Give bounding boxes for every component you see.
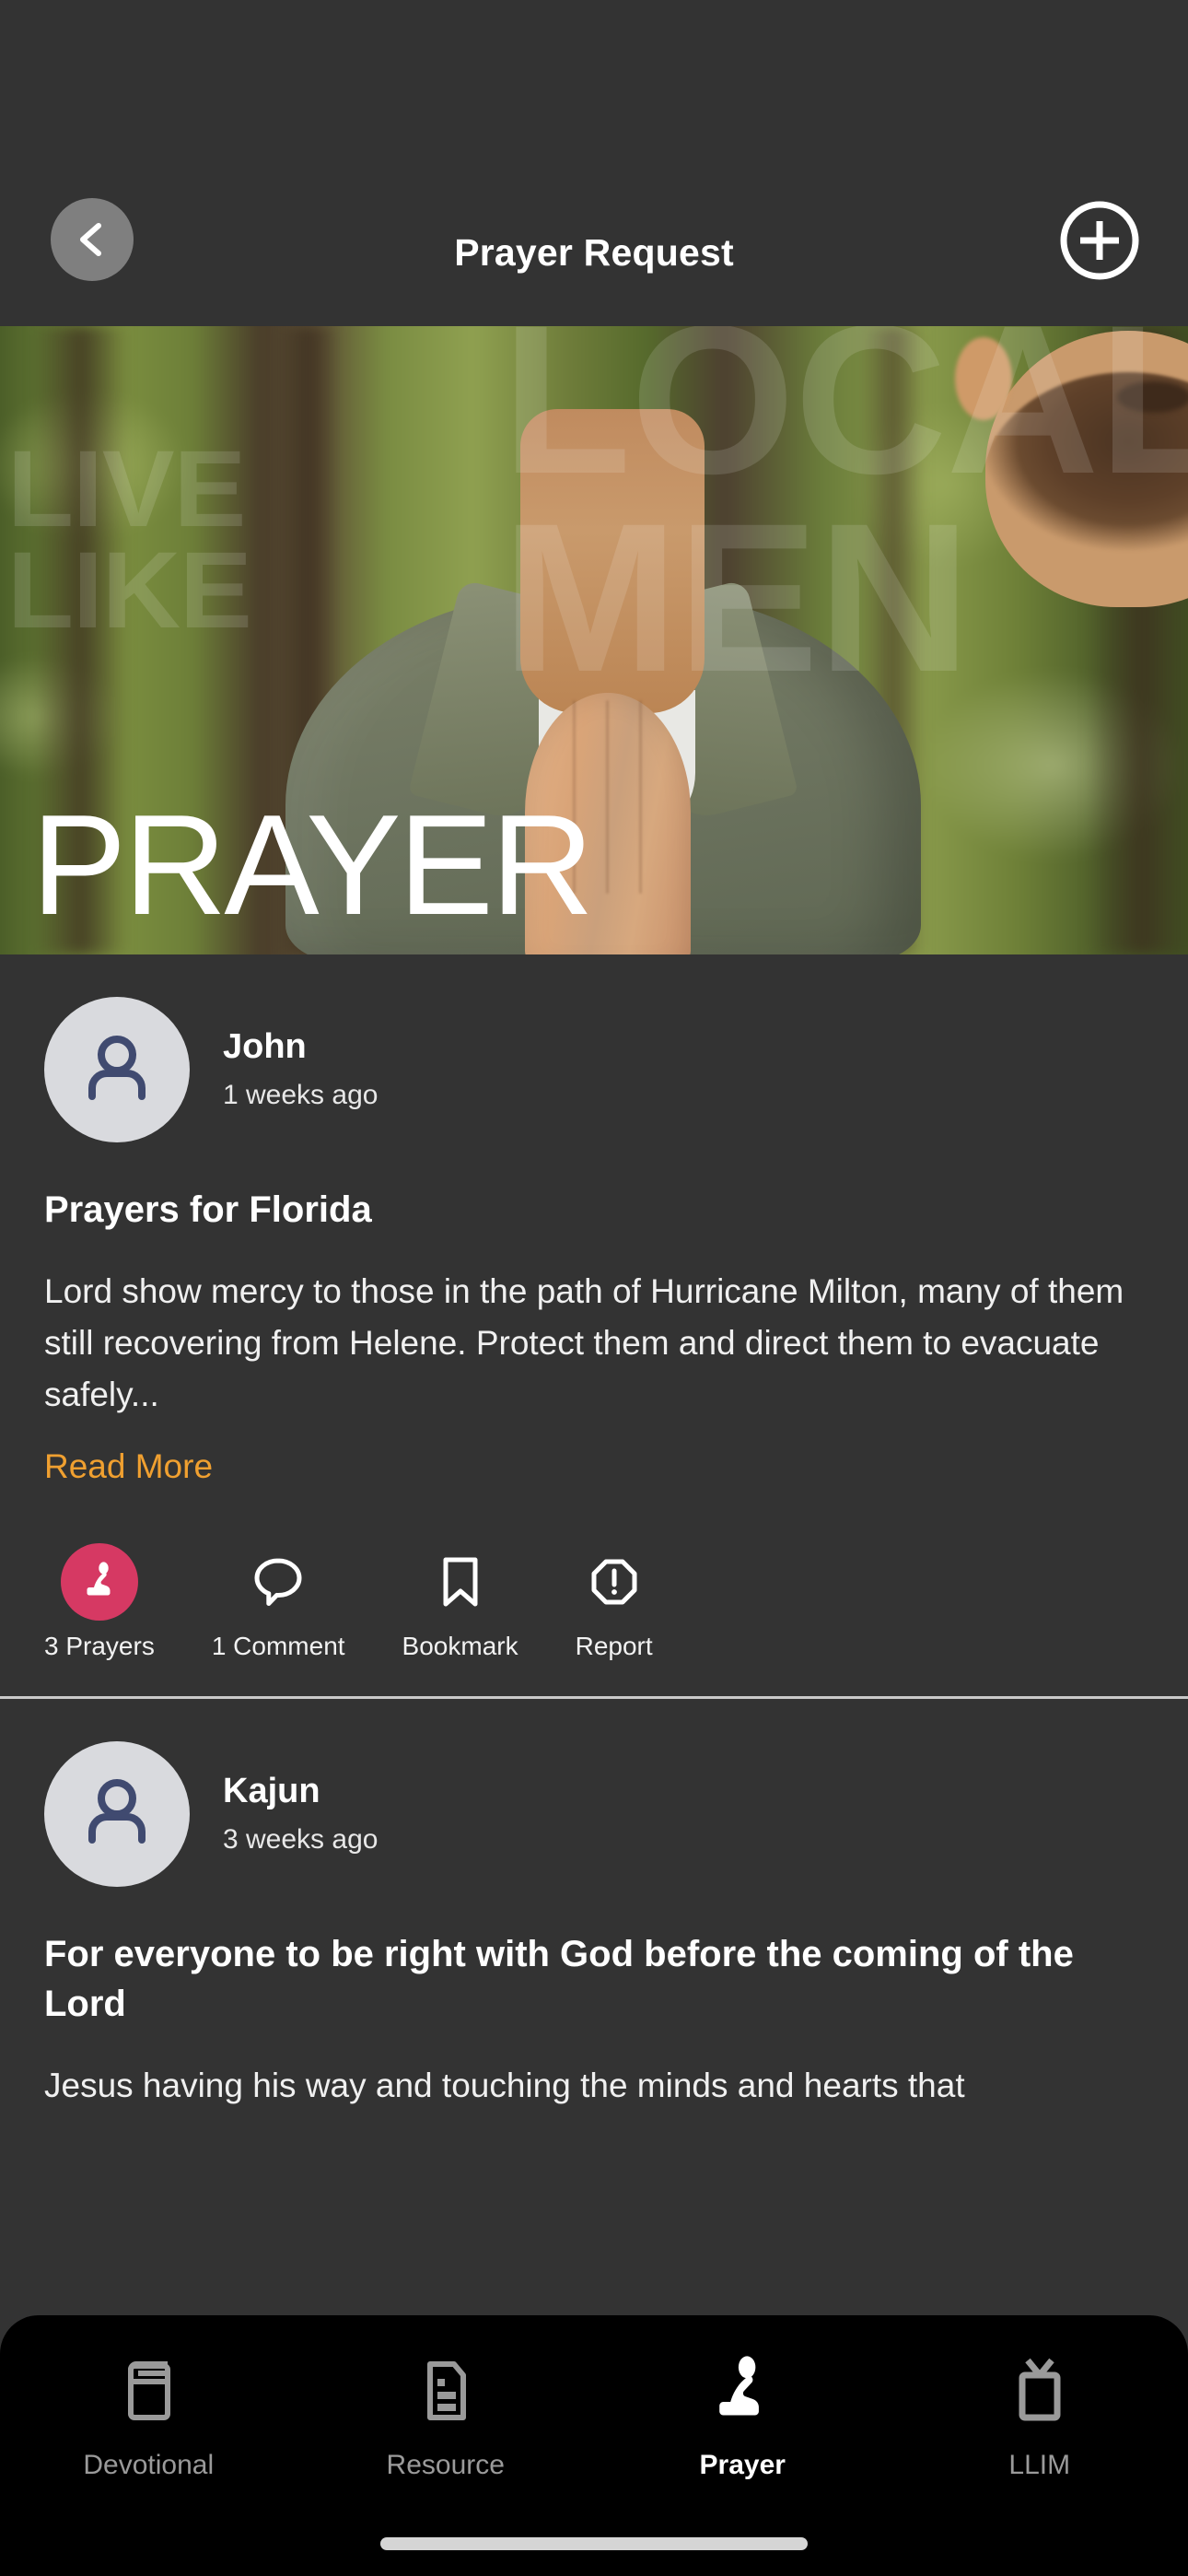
praying-person-icon: [705, 2350, 780, 2431]
status-bar: [0, 0, 1188, 180]
post-title: Prayers for Florida: [44, 1189, 372, 1230]
hero-banner: LOCAL MEN LIVE LIKE PRAYER: [0, 326, 1188, 954]
hero-title: PRAYER: [31, 785, 594, 944]
report-label: Report: [575, 1631, 653, 1660]
read-more-link[interactable]: Read More: [44, 1447, 213, 1486]
book-icon: [111, 2350, 186, 2431]
tab-label-prayer: Prayer: [699, 2450, 786, 2480]
post-author: Kajun: [223, 1771, 320, 1810]
bookmark-action[interactable]: Bookmark: [402, 1543, 518, 1661]
post-timestamp: 3 weeks ago: [223, 1823, 379, 1855]
prayer-request-feed: John 1 weeks ago Prayers for Florida Lor…: [0, 954, 1188, 2112]
tab-label-devotional: Devotional: [83, 2450, 215, 2480]
person-avatar-icon: [76, 1026, 158, 1114]
tab-devotional[interactable]: Devotional: [0, 2350, 297, 2576]
home-indicator: [380, 2537, 808, 2550]
post-body: Lord show mercy to those in the path of …: [44, 1272, 1124, 1414]
tab-label-llim: LLIM: [1008, 2450, 1071, 2480]
post-meta: Kajun 3 weeks ago: [223, 1771, 379, 1856]
tab-label-resource: Resource: [386, 2450, 505, 2480]
document-icon: [408, 2350, 483, 2431]
bookmark-icon: [422, 1543, 499, 1621]
post-author: John: [223, 1027, 307, 1067]
plus-circle-icon: [1057, 198, 1142, 287]
post-header: Kajun 3 weeks ago: [44, 1699, 1144, 1887]
tab-llim[interactable]: LLIM: [891, 2350, 1188, 2576]
bottom-tab-bar: Devotional Resource Prayer LLIM: [0, 2315, 1188, 2576]
report-action[interactable]: Report: [576, 1543, 653, 1661]
post-meta: John 1 weeks ago: [223, 1027, 379, 1111]
prayer-post[interactable]: Kajun 3 weeks ago For everyone to be rig…: [0, 1699, 1188, 2112]
post-timestamp: 1 weeks ago: [223, 1079, 379, 1110]
post-header: John 1 weeks ago: [44, 954, 1144, 1142]
app-screen: Prayer Request PRAYER John 1 weeks ago P…: [0, 0, 1188, 2576]
report-octagon-icon: [576, 1543, 653, 1621]
prayers-count-label: 3 Prayers: [44, 1631, 155, 1660]
comment-action[interactable]: 1 Comment: [212, 1543, 345, 1661]
app-header: Prayer Request: [0, 180, 1188, 326]
add-prayer-request-button[interactable]: [1057, 200, 1142, 285]
avatar: [44, 997, 190, 1142]
tv-icon: [1002, 2350, 1077, 2431]
post-title: For everyone to be right with God before…: [44, 1933, 1074, 2024]
bookmark-label: Bookmark: [402, 1631, 518, 1660]
prayer-post[interactable]: John 1 weeks ago Prayers for Florida Lor…: [0, 954, 1188, 1696]
comment-bubble-icon: [239, 1543, 317, 1621]
page-title: Prayer Request: [454, 231, 734, 274]
praying-person-icon: [60, 1542, 138, 1621]
avatar: [44, 1740, 190, 1887]
comment-count-label: 1 Comment: [211, 1631, 345, 1660]
prayers-action[interactable]: 3 Prayers: [44, 1542, 155, 1661]
post-body: Jesus having his way and touching the mi…: [44, 2066, 965, 2104]
post-actions: 3 Prayers 1 Comment Bookmark Report: [44, 1542, 1144, 1696]
person-avatar-icon: [76, 1770, 158, 1857]
